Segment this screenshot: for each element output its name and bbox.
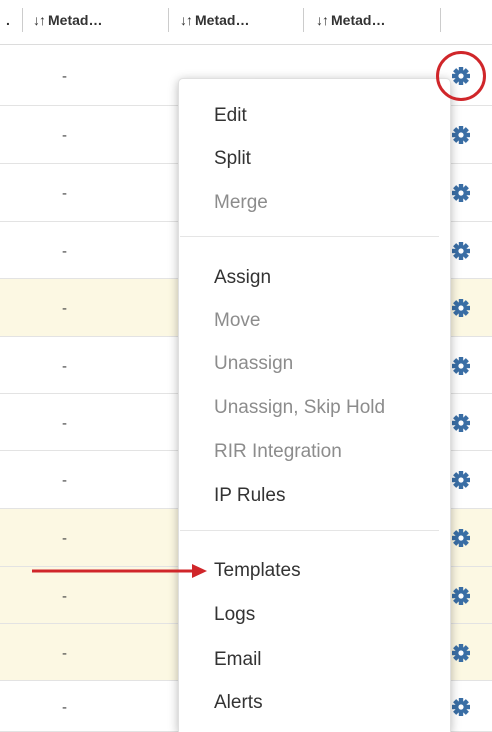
table-cell: - (62, 472, 67, 489)
table-cell: - (62, 243, 67, 260)
row-context-menu: Edit Split Merge Assign Move Unassign Unassign… (178, 78, 451, 732)
column-header-truncated[interactable]: . (6, 6, 10, 34)
gear-icon[interactable] (450, 696, 472, 718)
gear-icon[interactable] (450, 297, 472, 319)
annotation-circle (436, 51, 486, 101)
menu-item-ip-rules[interactable]: IP Rules (214, 484, 285, 508)
menu-item-assign[interactable]: Assign (214, 266, 271, 290)
annotation-arrow (32, 564, 207, 578)
table-header: . ↓↑ Metad… ↓↑ Metad… ↓↑ Metad… (0, 0, 492, 45)
table-cell: - (62, 530, 67, 547)
menu-item-templates[interactable]: Templates (214, 559, 301, 583)
menu-item-split[interactable]: Split (214, 147, 251, 171)
menu-divider (180, 530, 439, 531)
column-header-label: Metad… (48, 12, 103, 28)
column-header-label: Metad… (195, 12, 250, 28)
menu-item-edit[interactable]: Edit (214, 104, 247, 128)
table-cell: - (62, 699, 67, 716)
table-cell: - (62, 645, 67, 662)
column-divider (22, 8, 23, 32)
gear-icon[interactable] (450, 412, 472, 434)
gear-icon[interactable] (450, 355, 472, 377)
column-header-metadata-1[interactable]: ↓↑ Metad… (33, 6, 102, 34)
column-header-label: Metad… (331, 12, 386, 28)
gear-icon[interactable] (450, 642, 472, 664)
table-cell: - (62, 68, 67, 85)
column-divider (303, 8, 304, 32)
sort-icon[interactable]: ↓↑ (33, 12, 46, 28)
table-cell: - (62, 588, 67, 605)
gear-icon[interactable] (450, 240, 472, 262)
table-cell: - (62, 300, 67, 317)
menu-item-alerts[interactable]: Alerts (214, 691, 263, 715)
sort-icon[interactable]: ↓↑ (316, 12, 329, 28)
table-cell: - (62, 358, 67, 375)
gear-icon[interactable] (450, 585, 472, 607)
gear-icon[interactable] (450, 527, 472, 549)
menu-item-email[interactable]: Email (214, 648, 262, 672)
menu-item-unassign: Unassign (214, 353, 294, 374)
column-divider (168, 8, 169, 32)
menu-item-unassign-skip-hold: Unassign, Skip Hold (214, 397, 386, 418)
menu-item-move: Move (214, 310, 261, 331)
menu-item-merge: Merge (214, 192, 268, 213)
gear-icon[interactable] (450, 182, 472, 204)
column-divider (440, 8, 441, 32)
gear-icon[interactable] (450, 469, 472, 491)
sort-icon[interactable]: ↓↑ (180, 12, 193, 28)
menu-item-rir-integration: RIR Integration (214, 441, 342, 462)
menu-divider (180, 236, 439, 237)
table-cell: - (62, 127, 67, 144)
table-cell: - (62, 415, 67, 432)
gear-icon[interactable] (450, 124, 472, 146)
menu-item-logs[interactable]: Logs (214, 603, 255, 627)
table-cell: - (62, 185, 67, 202)
column-header-metadata-2[interactable]: ↓↑ Metad… (180, 6, 249, 34)
column-header-metadata-3[interactable]: ↓↑ Metad… (316, 6, 385, 34)
